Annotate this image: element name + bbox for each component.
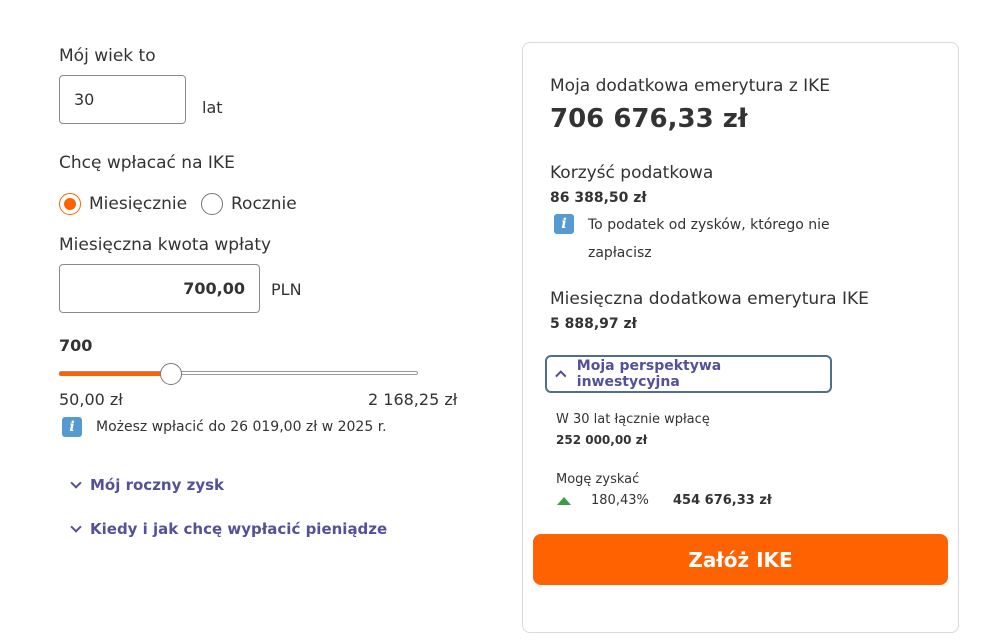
- radio-yearly[interactable]: Rocznie: [201, 193, 297, 215]
- monthly-pension-label: Miesięczna dodatkowa emerytura IKE: [550, 289, 869, 309]
- radio-monthly[interactable]: Miesięcznie: [59, 193, 187, 215]
- gain-up-icon: [557, 497, 571, 505]
- tax-benefit-value: 86 388,50 zł: [550, 190, 647, 206]
- tax-info: i To podatek od zysków, którego nie zapł…: [554, 214, 858, 267]
- limit-info-text: Możesz wpłacić do 26 019,00 zł w 2025 r.: [96, 419, 387, 435]
- radio-monthly-control[interactable]: [59, 193, 81, 215]
- open-ike-label: Załóż IKE: [688, 547, 793, 572]
- age-input-value: 30: [74, 90, 95, 109]
- radio-yearly-label: Rocznie: [231, 194, 297, 214]
- age-label: Mój wiek to: [59, 46, 156, 66]
- age-unit: lat: [202, 98, 223, 117]
- perspective-toggle-button[interactable]: Moja perspektywa inwestycyjna: [545, 355, 832, 393]
- radio-monthly-label: Miesięcznie: [89, 194, 188, 214]
- amount-input-value: 700,00: [183, 279, 245, 298]
- info-icon: i: [554, 214, 574, 234]
- slider-fill: [59, 372, 170, 376]
- limit-info: i Możesz wpłacić do 26 019,00 zł w 2025 …: [62, 417, 387, 437]
- tax-info-text: To podatek od zysków, którego nie zapłac…: [588, 217, 830, 261]
- annual-profit-link[interactable]: Mój roczny zysk: [70, 476, 225, 494]
- pension-value: 706 676,33 zł: [550, 104, 748, 134]
- slider-max-label: 2 168,25 zł: [368, 390, 458, 409]
- age-input[interactable]: 30: [59, 75, 186, 124]
- open-ike-button[interactable]: Załóż IKE: [533, 534, 948, 585]
- chevron-down-icon: [70, 477, 82, 489]
- amount-slider[interactable]: [59, 363, 418, 385]
- pension-label: Moja dodatkowa emerytura z IKE: [550, 76, 831, 96]
- chevron-up-icon: [555, 370, 567, 382]
- radio-yearly-control[interactable]: [201, 193, 223, 215]
- slider-current-value: 700: [59, 336, 93, 355]
- amount-currency: PLN: [271, 280, 302, 299]
- gain-label: Mogę zyskać: [556, 472, 640, 487]
- slider-thumb[interactable]: [160, 363, 183, 385]
- amount-label: Miesięczna kwota wpłaty: [59, 235, 272, 255]
- chevron-down-icon: [70, 521, 82, 533]
- gain-percent: 180,43%: [591, 493, 649, 508]
- deposits-label: W 30 lat łącznie wpłacę: [556, 412, 710, 427]
- withdraw-link[interactable]: Kiedy i jak chcę wypłacić pieniądze: [70, 520, 388, 538]
- monthly-pension-value: 5 888,97 zł: [550, 316, 637, 332]
- perspective-button-label: Moja perspektywa inwestycyjna: [576, 358, 722, 390]
- annual-profit-label: Mój roczny zysk: [90, 476, 225, 494]
- gain-value: 454 676,33 zł: [673, 493, 772, 508]
- tax-benefit-label: Korzyść podatkowa: [550, 163, 714, 183]
- amount-input[interactable]: 700,00: [59, 264, 260, 313]
- deposits-value: 252 000,00 zł: [556, 433, 648, 447]
- frequency-label: Chcę wpłacać na IKE: [59, 153, 235, 173]
- info-icon: i: [62, 417, 82, 437]
- slider-min-label: 50,00 zł: [59, 390, 123, 409]
- withdraw-label: Kiedy i jak chcę wypłacić pieniądze: [90, 520, 388, 538]
